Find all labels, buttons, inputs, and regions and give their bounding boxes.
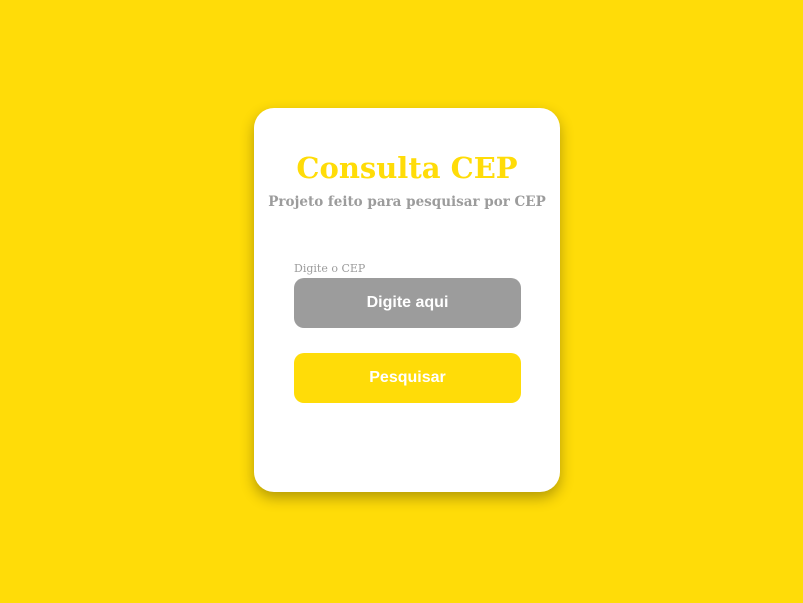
search-card: Consulta CEP Projeto feito para pesquisa… [254, 108, 560, 492]
page-background: { "colors": { "background": "#FFDC08", "… [0, 0, 803, 603]
page-subtitle: Projeto feito para pesquisar por CEP [268, 194, 546, 210]
page-title: Consulta CEP [296, 151, 518, 185]
cep-field-label: Digite o CEP [294, 262, 366, 275]
cep-input[interactable] [294, 278, 521, 328]
search-button[interactable]: Pesquisar [294, 353, 521, 403]
